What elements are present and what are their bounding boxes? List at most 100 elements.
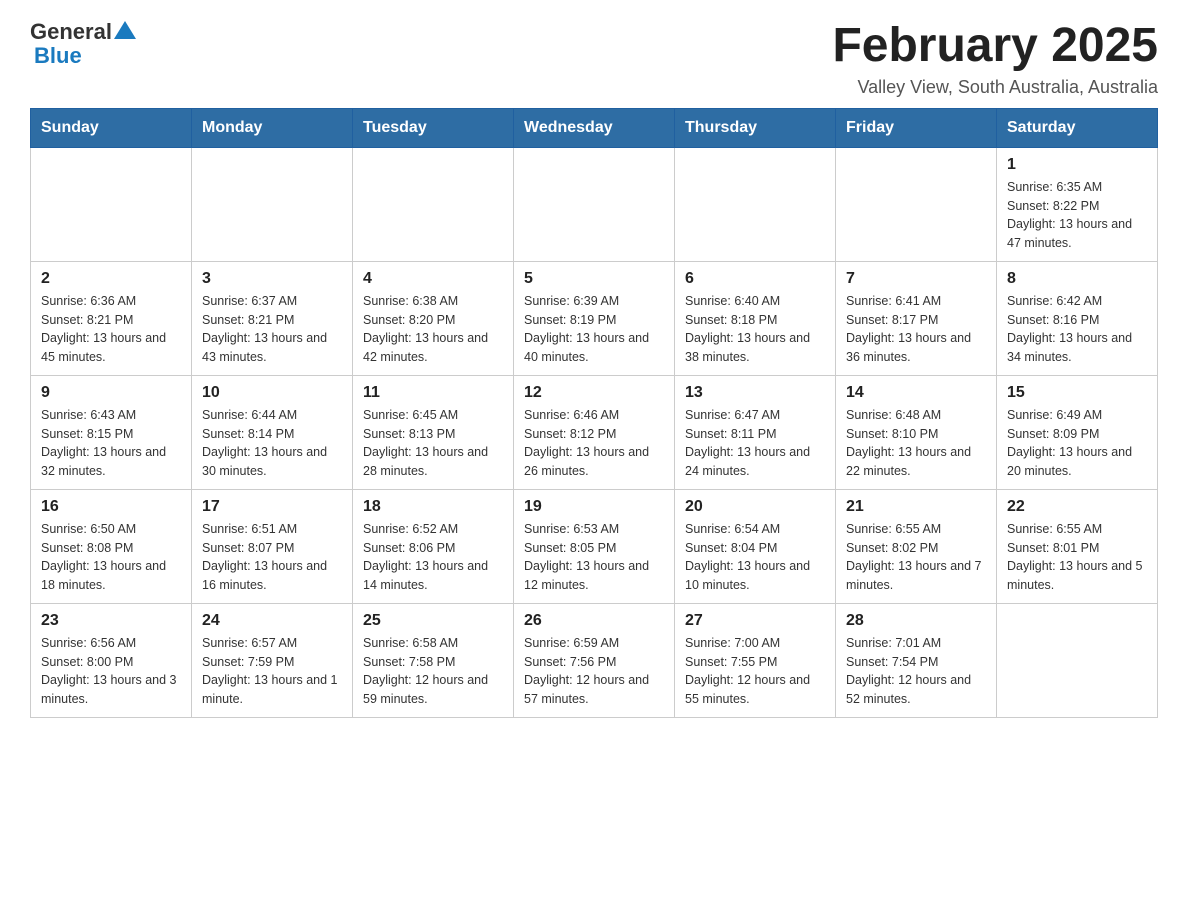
day-cell: 10 Sunrise: 6:44 AM Sunset: 8:14 PM Dayli… (192, 375, 353, 489)
day-number: 18 (363, 498, 503, 516)
week-row-4: 16 Sunrise: 6:50 AM Sunset: 8:08 PM Dayli… (31, 489, 1158, 603)
calendar-body: 1Sunrise: 6:35 AM Sunset: 8:22 PM Daylig… (31, 147, 1158, 717)
day-info: Sunrise: 6:37 AM Sunset: 8:21 PM Dayligh… (202, 292, 342, 367)
day-number: 23 (41, 612, 181, 630)
week-row-1: 1Sunrise: 6:35 AM Sunset: 8:22 PM Daylig… (31, 147, 1158, 261)
day-info: Sunrise: 6:47 AM Sunset: 8:11 PM Dayligh… (685, 406, 825, 481)
header-day-friday: Friday (836, 108, 997, 147)
day-info: Sunrise: 6:51 AM Sunset: 8:07 PM Dayligh… (202, 520, 342, 595)
logo-general-text: General (30, 20, 112, 44)
day-info: Sunrise: 6:55 AM Sunset: 8:01 PM Dayligh… (1007, 520, 1147, 595)
day-number: 3 (202, 270, 342, 288)
day-cell: 4 Sunrise: 6:38 AM Sunset: 8:20 PM Daylig… (353, 261, 514, 375)
day-cell (514, 147, 675, 261)
day-number: 20 (685, 498, 825, 516)
day-info: Sunrise: 6:48 AM Sunset: 8:10 PM Dayligh… (846, 406, 986, 481)
day-cell: 17 Sunrise: 6:51 AM Sunset: 8:07 PM Dayli… (192, 489, 353, 603)
day-info: Sunrise: 6:39 AM Sunset: 8:19 PM Dayligh… (524, 292, 664, 367)
location-subtitle: Valley View, South Australia, Australia (832, 77, 1158, 98)
day-number: 11 (363, 384, 503, 402)
day-cell: 23Sunrise: 6:56 AM Sunset: 8:00 PM Dayli… (31, 603, 192, 717)
day-cell: 24Sunrise: 6:57 AM Sunset: 7:59 PM Dayli… (192, 603, 353, 717)
day-cell: 3 Sunrise: 6:37 AM Sunset: 8:21 PM Daylig… (192, 261, 353, 375)
day-number: 4 (363, 270, 503, 288)
day-info: Sunrise: 6:43 AM Sunset: 8:15 PM Dayligh… (41, 406, 181, 481)
day-info: Sunrise: 6:45 AM Sunset: 8:13 PM Dayligh… (363, 406, 503, 481)
logo: General Blue (30, 20, 136, 68)
day-cell: 14 Sunrise: 6:48 AM Sunset: 8:10 PM Dayli… (836, 375, 997, 489)
day-cell (353, 147, 514, 261)
day-cell: 28 Sunrise: 7:01 AM Sunset: 7:54 PM Dayli… (836, 603, 997, 717)
day-cell: 12 Sunrise: 6:46 AM Sunset: 8:12 PM Dayli… (514, 375, 675, 489)
logo-triangle-icon (114, 19, 136, 41)
day-cell: 21Sunrise: 6:55 AM Sunset: 8:02 PM Dayli… (836, 489, 997, 603)
day-cell: 15Sunrise: 6:49 AM Sunset: 8:09 PM Dayli… (997, 375, 1158, 489)
day-info: Sunrise: 6:44 AM Sunset: 8:14 PM Dayligh… (202, 406, 342, 481)
day-info: Sunrise: 6:58 AM Sunset: 7:58 PM Dayligh… (363, 634, 503, 709)
day-info: Sunrise: 6:49 AM Sunset: 8:09 PM Dayligh… (1007, 406, 1147, 481)
day-info: Sunrise: 6:50 AM Sunset: 8:08 PM Dayligh… (41, 520, 181, 595)
day-cell (675, 147, 836, 261)
day-cell (31, 147, 192, 261)
day-number: 2 (41, 270, 181, 288)
day-info: Sunrise: 7:00 AM Sunset: 7:55 PM Dayligh… (685, 634, 825, 709)
day-number: 12 (524, 384, 664, 402)
day-cell: 22 Sunrise: 6:55 AM Sunset: 8:01 PM Dayli… (997, 489, 1158, 603)
day-info: Sunrise: 6:38 AM Sunset: 8:20 PM Dayligh… (363, 292, 503, 367)
header-day-saturday: Saturday (997, 108, 1158, 147)
day-cell: 8Sunrise: 6:42 AM Sunset: 8:16 PM Daylig… (997, 261, 1158, 375)
header-row: SundayMondayTuesdayWednesdayThursdayFrid… (31, 108, 1158, 147)
day-cell: 20 Sunrise: 6:54 AM Sunset: 8:04 PM Dayli… (675, 489, 836, 603)
day-cell (192, 147, 353, 261)
day-info: Sunrise: 6:52 AM Sunset: 8:06 PM Dayligh… (363, 520, 503, 595)
day-number: 24 (202, 612, 342, 630)
day-info: Sunrise: 6:35 AM Sunset: 8:22 PM Dayligh… (1007, 178, 1147, 253)
day-info: Sunrise: 6:36 AM Sunset: 8:21 PM Dayligh… (41, 292, 181, 367)
day-number: 22 (1007, 498, 1147, 516)
day-info: Sunrise: 6:53 AM Sunset: 8:05 PM Dayligh… (524, 520, 664, 595)
header-day-sunday: Sunday (31, 108, 192, 147)
day-cell: 5 Sunrise: 6:39 AM Sunset: 8:19 PM Daylig… (514, 261, 675, 375)
day-cell: 19 Sunrise: 6:53 AM Sunset: 8:05 PM Dayli… (514, 489, 675, 603)
title-block: February 2025 Valley View, South Austral… (832, 20, 1158, 98)
day-info: Sunrise: 6:40 AM Sunset: 8:18 PM Dayligh… (685, 292, 825, 367)
header-day-monday: Monday (192, 108, 353, 147)
day-number: 5 (524, 270, 664, 288)
day-info: Sunrise: 6:54 AM Sunset: 8:04 PM Dayligh… (685, 520, 825, 595)
header-day-tuesday: Tuesday (353, 108, 514, 147)
day-cell: 13Sunrise: 6:47 AM Sunset: 8:11 PM Dayli… (675, 375, 836, 489)
day-cell: 1Sunrise: 6:35 AM Sunset: 8:22 PM Daylig… (997, 147, 1158, 261)
week-row-5: 23Sunrise: 6:56 AM Sunset: 8:00 PM Dayli… (31, 603, 1158, 717)
day-number: 10 (202, 384, 342, 402)
day-number: 6 (685, 270, 825, 288)
calendar-table: SundayMondayTuesdayWednesdayThursdayFrid… (30, 108, 1158, 718)
calendar-header: SundayMondayTuesdayWednesdayThursdayFrid… (31, 108, 1158, 147)
day-cell: 6 Sunrise: 6:40 AM Sunset: 8:18 PM Daylig… (675, 261, 836, 375)
week-row-2: 2 Sunrise: 6:36 AM Sunset: 8:21 PM Daylig… (31, 261, 1158, 375)
day-number: 17 (202, 498, 342, 516)
month-title: February 2025 (832, 20, 1158, 73)
day-number: 14 (846, 384, 986, 402)
day-cell: 16 Sunrise: 6:50 AM Sunset: 8:08 PM Dayli… (31, 489, 192, 603)
day-cell: 26Sunrise: 6:59 AM Sunset: 7:56 PM Dayli… (514, 603, 675, 717)
day-number: 19 (524, 498, 664, 516)
logo-blue-text: Blue (34, 44, 136, 68)
day-cell: 18 Sunrise: 6:52 AM Sunset: 8:06 PM Dayli… (353, 489, 514, 603)
day-number: 25 (363, 612, 503, 630)
day-number: 21 (846, 498, 986, 516)
day-cell: 7Sunrise: 6:41 AM Sunset: 8:17 PM Daylig… (836, 261, 997, 375)
day-cell: 25 Sunrise: 6:58 AM Sunset: 7:58 PM Dayli… (353, 603, 514, 717)
day-cell: 9 Sunrise: 6:43 AM Sunset: 8:15 PM Daylig… (31, 375, 192, 489)
day-cell: 27 Sunrise: 7:00 AM Sunset: 7:55 PM Dayli… (675, 603, 836, 717)
day-info: Sunrise: 7:01 AM Sunset: 7:54 PM Dayligh… (846, 634, 986, 709)
day-number: 16 (41, 498, 181, 516)
day-number: 26 (524, 612, 664, 630)
day-number: 28 (846, 612, 986, 630)
header-day-thursday: Thursday (675, 108, 836, 147)
day-number: 8 (1007, 270, 1147, 288)
day-info: Sunrise: 6:41 AM Sunset: 8:17 PM Dayligh… (846, 292, 986, 367)
day-info: Sunrise: 6:46 AM Sunset: 8:12 PM Dayligh… (524, 406, 664, 481)
day-cell (997, 603, 1158, 717)
day-number: 9 (41, 384, 181, 402)
day-number: 27 (685, 612, 825, 630)
